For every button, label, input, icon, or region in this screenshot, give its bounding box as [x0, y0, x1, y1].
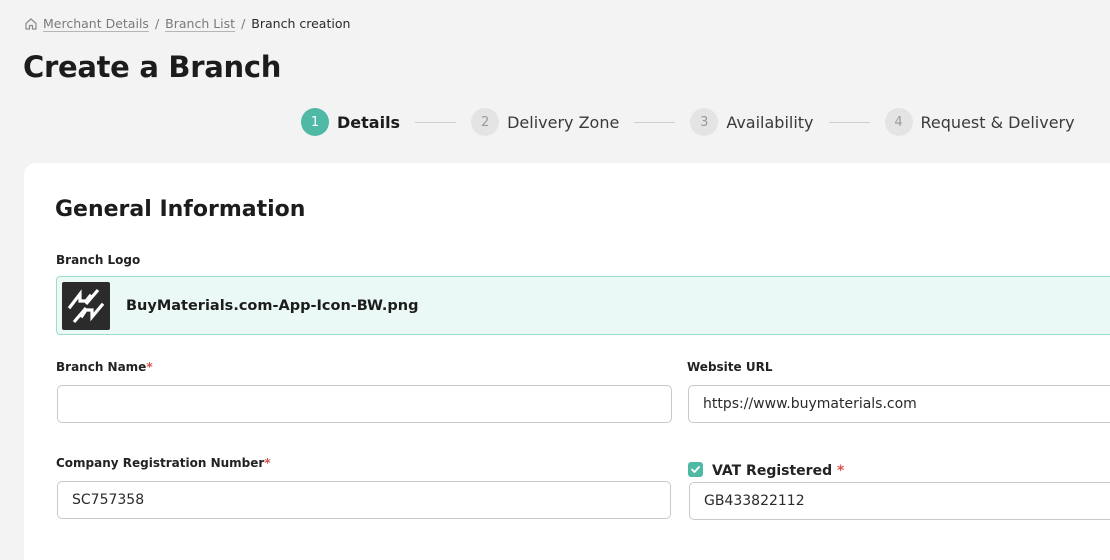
checkmark-icon — [691, 466, 700, 473]
branch-name-label-text: Branch Name — [56, 360, 147, 374]
company-registration-label-text: Company Registration Number — [56, 456, 265, 470]
branch-name-input[interactable] — [57, 385, 672, 423]
company-registration-input[interactable] — [57, 481, 671, 519]
step-connector — [828, 121, 870, 123]
logo-filename: BuyMaterials.com-App-Icon-BW.png — [126, 297, 419, 314]
step-availability[interactable]: 3 Availability — [690, 108, 814, 136]
required-mark: * — [836, 463, 845, 479]
website-url-input[interactable] — [688, 385, 1110, 423]
logo-thumbnail — [62, 281, 110, 330]
step-delivery-zone[interactable]: 2 Delivery Zone — [471, 108, 619, 136]
step-label: Delivery Zone — [507, 112, 620, 132]
breadcrumb-current: Branch creation — [251, 16, 351, 31]
step-label: Availability — [726, 112, 814, 132]
step-connector — [415, 121, 457, 123]
company-registration-label: Company Registration Number* — [56, 456, 271, 470]
step-details[interactable]: 1 Details — [301, 108, 400, 136]
breadcrumb-branch-list[interactable]: Branch List — [165, 16, 235, 31]
breadcrumb-merchant-details[interactable]: Merchant Details — [43, 16, 149, 31]
website-url-label: Website URL — [687, 360, 773, 374]
breadcrumb-separator: / — [241, 16, 246, 31]
breadcrumb: Merchant Details / Branch List / Branch … — [24, 16, 350, 31]
step-number: 4 — [884, 108, 913, 136]
vat-registered-checkbox[interactable] — [688, 462, 703, 477]
step-number: 1 — [301, 108, 329, 136]
vat-number-input[interactable] — [689, 482, 1110, 520]
step-request-delivery[interactable]: 4 Request & Delivery — [884, 108, 1075, 136]
branch-logo-label: Branch Logo — [56, 253, 141, 267]
step-label: Request & Delivery — [920, 112, 1075, 132]
branch-logo-upload[interactable]: BuyMaterials.com-App-Icon-BW.png — [56, 276, 1110, 335]
stepper: 1 Details 2 Delivery Zone 3 Availability… — [301, 108, 1075, 136]
home-icon[interactable] — [24, 17, 38, 31]
step-connector — [634, 121, 676, 123]
breadcrumb-separator: / — [154, 16, 160, 31]
required-mark: * — [264, 456, 271, 470]
lightning-arrows-icon — [67, 288, 105, 323]
page-title: Create a Branch — [23, 50, 282, 84]
required-mark: * — [146, 360, 153, 374]
general-information-card: General Information Branch Logo BuyMater… — [24, 163, 1110, 560]
step-label: Details — [337, 112, 401, 132]
vat-registered-label: VAT Registered * — [712, 463, 844, 479]
section-title: General Information — [55, 197, 306, 222]
vat-registered-label-text: VAT Registered — [712, 463, 833, 479]
step-number: 2 — [471, 108, 500, 136]
step-number: 3 — [690, 108, 719, 136]
branch-name-label: Branch Name* — [56, 360, 153, 374]
